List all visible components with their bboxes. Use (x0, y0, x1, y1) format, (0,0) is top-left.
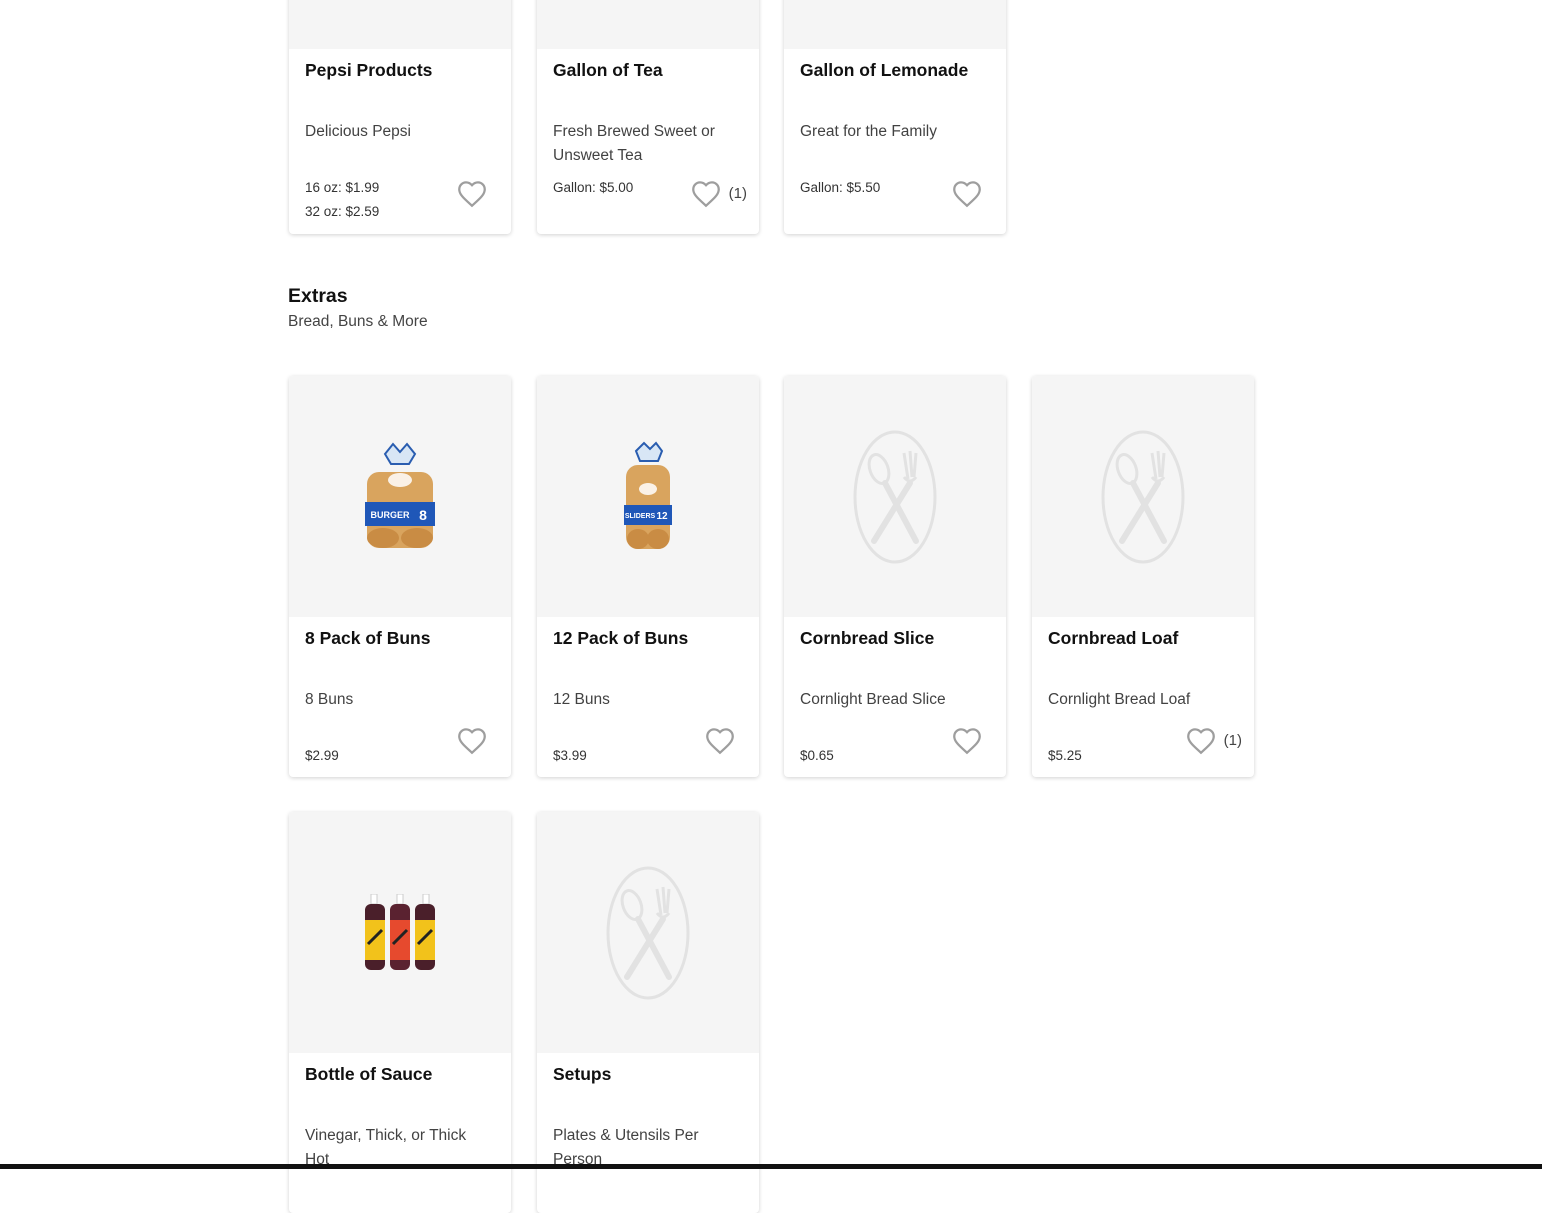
pack-label: SLIDERS (625, 513, 656, 520)
heart-icon (1186, 728, 1215, 755)
menu-item-card[interactable]: Setups Plates & Utensils Per Person (537, 812, 759, 1213)
item-price: $3.99 (553, 748, 587, 763)
slider-buns-photo: SLIDERS 12 (624, 440, 672, 549)
heart-icon (458, 728, 486, 755)
favorite-button[interactable]: (1) (1184, 725, 1242, 755)
menu-item-card[interactable]: SLIDERS 12 12 Pack of Buns 12 Buns $3.99 (537, 376, 759, 777)
menu-item-card[interactable]: Pepsi Products Delicious Pepsi 16 oz: $1… (289, 0, 511, 234)
sauce-bottles-photo (365, 893, 435, 970)
item-price: $2.99 (305, 748, 339, 763)
menu-item-card[interactable]: BURGER 8 8 Pack of Buns 8 Buns $2.99 (289, 376, 511, 777)
favorite-button[interactable] (703, 725, 739, 755)
menu-item-card[interactable]: Cornbread Slice Cornlight Bread Slice $0… (784, 376, 1006, 777)
item-image (289, 0, 511, 49)
favorite-button[interactable] (455, 178, 491, 208)
item-description: 8 Buns (305, 691, 354, 708)
item-price: $0.65 (800, 748, 834, 763)
section-title: Extras (288, 285, 348, 307)
item-title: Bottle of Sauce (305, 1064, 433, 1084)
placeholder-utensils-icon (853, 430, 937, 563)
item-price: 16 oz: $1.99 (305, 180, 380, 195)
item-price: 32 oz: $2.59 (305, 204, 380, 219)
item-title: Gallon of Tea (553, 60, 663, 80)
heart-icon (458, 181, 486, 208)
item-prices: $2.99 (305, 744, 339, 768)
item-title: 8 Pack of Buns (305, 628, 431, 648)
item-prices: 16 oz: $1.99 32 oz: $2.59 (305, 176, 379, 224)
favorite-button[interactable]: (1) (689, 178, 747, 208)
menu-item-card[interactable]: Gallon of Tea Fresh Brewed Sweet or Unsw… (537, 0, 759, 234)
section-subtitle: Bread, Buns & More (288, 313, 428, 330)
item-prices: Gallon: $5.00 (553, 176, 633, 200)
favorite-count: (1) (728, 184, 747, 202)
burger-buns-photo: BURGER 8 (365, 441, 435, 548)
favorite-button[interactable] (455, 725, 491, 755)
pack-count: 8 (419, 507, 427, 523)
item-title: Cornbread Slice (800, 628, 935, 648)
item-description: 12 Buns (553, 691, 610, 708)
bottom-bar (0, 1164, 1542, 1169)
item-description: Cornlight Bread Loaf (1048, 691, 1191, 708)
item-title: 12 Pack of Buns (553, 628, 689, 648)
menu-item-card[interactable]: Bottle of Sauce Vinegar, Thick, or Thick… (289, 812, 511, 1213)
menu-item-card[interactable]: Cornbread Loaf Cornlight Bread Loaf $5.2… (1032, 376, 1254, 777)
heart-icon (706, 728, 734, 755)
item-prices: Gallon: $5.50 (800, 176, 880, 200)
item-image (784, 0, 1006, 49)
item-title: Gallon of Lemonade (800, 60, 969, 80)
favorite-button[interactable] (950, 725, 986, 755)
item-price: $5.25 (1048, 748, 1082, 763)
placeholder-utensils-icon (606, 866, 690, 999)
pack-count: 12 (656, 511, 668, 522)
heart-icon (953, 728, 981, 755)
item-prices: $3.99 (553, 744, 587, 768)
item-prices: $0.65 (800, 744, 834, 768)
item-description: Delicious Pepsi (305, 123, 411, 140)
item-image (784, 376, 1006, 617)
item-image (289, 812, 511, 1053)
item-image: SLIDERS 12 (537, 376, 759, 617)
item-description: Fresh Brewed Sweet or Unsweet Tea (553, 123, 715, 164)
pack-label: BURGER (370, 510, 410, 520)
item-title: Cornbread Loaf (1048, 628, 1179, 648)
placeholder-utensils-icon (1101, 430, 1185, 563)
item-price: Gallon: $5.00 (553, 180, 634, 195)
item-price: Gallon: $5.50 (800, 180, 881, 195)
menu-item-card[interactable]: Gallon of Lemonade Great for the Family … (784, 0, 1006, 234)
item-image (1032, 376, 1254, 617)
item-description: Cornlight Bread Slice (800, 691, 946, 708)
item-image (537, 0, 759, 49)
item-title: Pepsi Products (305, 60, 433, 80)
heart-icon (691, 181, 720, 208)
item-image: BURGER 8 (289, 376, 511, 617)
favorite-count: (1) (1223, 731, 1242, 749)
item-image (537, 812, 759, 1053)
heart-icon (953, 181, 981, 208)
item-description: Great for the Family (800, 123, 937, 140)
favorite-button[interactable] (950, 178, 986, 208)
item-prices: $5.25 (1048, 744, 1082, 768)
item-title: Setups (553, 1064, 612, 1084)
